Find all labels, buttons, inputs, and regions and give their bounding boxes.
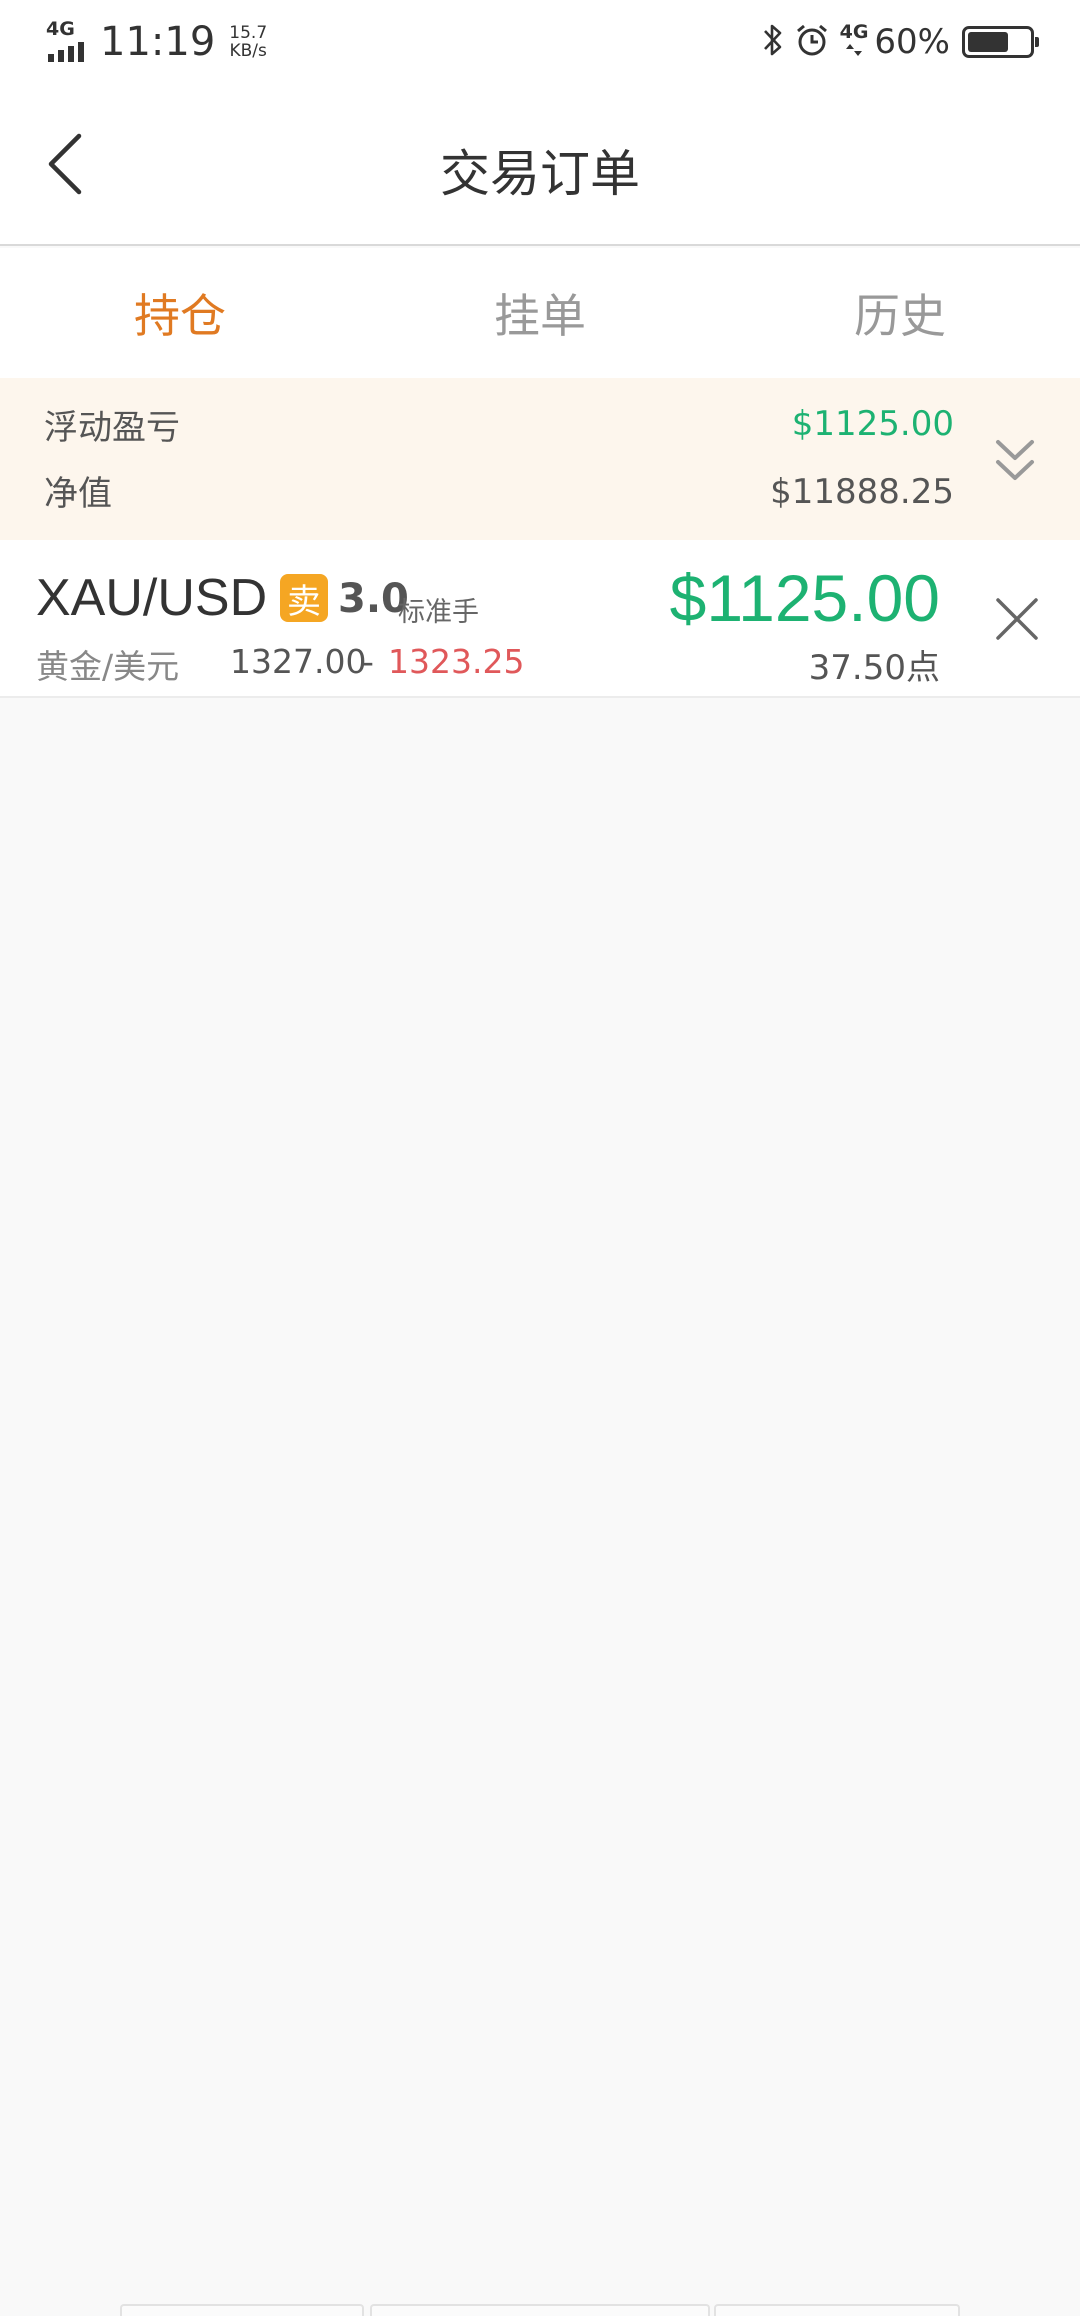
app-header: 交易订单	[0, 84, 1080, 246]
open-price: 1327.00	[230, 642, 367, 681]
signal-icon: 4G	[46, 20, 94, 64]
net-speed: 15.7 KB/s	[229, 24, 267, 60]
network-type-left: 4G	[46, 18, 75, 40]
net-speed-value: 15.7	[229, 23, 268, 43]
floating-pnl-label: 浮动盈亏	[44, 408, 180, 448]
current-price: 1323.25	[388, 642, 525, 681]
lot-unit: 标准手	[398, 597, 479, 628]
order-tabs: 持仓 挂单 历史	[0, 248, 1080, 378]
close-icon	[996, 598, 1038, 640]
bottom-tab-stub	[120, 2304, 364, 2316]
status-time: 11:19	[100, 19, 216, 65]
battery-icon	[962, 26, 1039, 58]
tab-pending-orders[interactable]: 挂单	[360, 248, 720, 378]
bottom-tab-stub	[714, 2304, 960, 2316]
double-chevron-down-icon	[996, 440, 1034, 480]
tab-history[interactable]: 历史	[720, 248, 1080, 378]
position-pnl: $1125.00	[669, 561, 940, 635]
position-points: 37.50点	[808, 648, 940, 688]
network-type-right: 4G	[839, 21, 869, 43]
bottom-tab-stub	[370, 2304, 710, 2316]
battery-percent: 60%	[874, 22, 950, 62]
status-bar: 4G 11:19 15.7 KB/s 4G 60%	[0, 0, 1080, 84]
close-position-button[interactable]	[992, 594, 1042, 644]
equity-label: 净值	[44, 474, 112, 514]
bluetooth-icon	[762, 22, 784, 62]
account-summary: 浮动盈亏 净值 $1125.00 $11888.25	[0, 378, 1080, 540]
expand-summary-button[interactable]	[990, 432, 1040, 492]
bottom-edge	[0, 2300, 1080, 2316]
network-type-right-icon: 4G	[839, 21, 869, 61]
position-row[interactable]: XAU/USD 卖 3.0 标准手 黄金/美元 1327.00 - 1323.2…	[0, 540, 1080, 698]
price-separator: -	[362, 642, 374, 681]
battery-level	[968, 32, 1008, 52]
status-left: 4G 11:19 15.7 KB/s	[46, 18, 267, 66]
side-badge: 卖	[280, 574, 328, 622]
alarm-icon	[794, 22, 830, 62]
net-speed-unit: KB/s	[229, 41, 267, 61]
status-right: 4G 60%	[762, 18, 1039, 66]
floating-pnl-value: $1125.00	[791, 404, 954, 444]
symbol-name: 黄金/美元	[36, 647, 180, 686]
equity-value: $11888.25	[770, 472, 954, 512]
page-title: 交易订单	[440, 145, 640, 203]
position-symbol: XAU/USD	[36, 569, 268, 627]
tab-positions[interactable]: 持仓	[0, 248, 360, 378]
